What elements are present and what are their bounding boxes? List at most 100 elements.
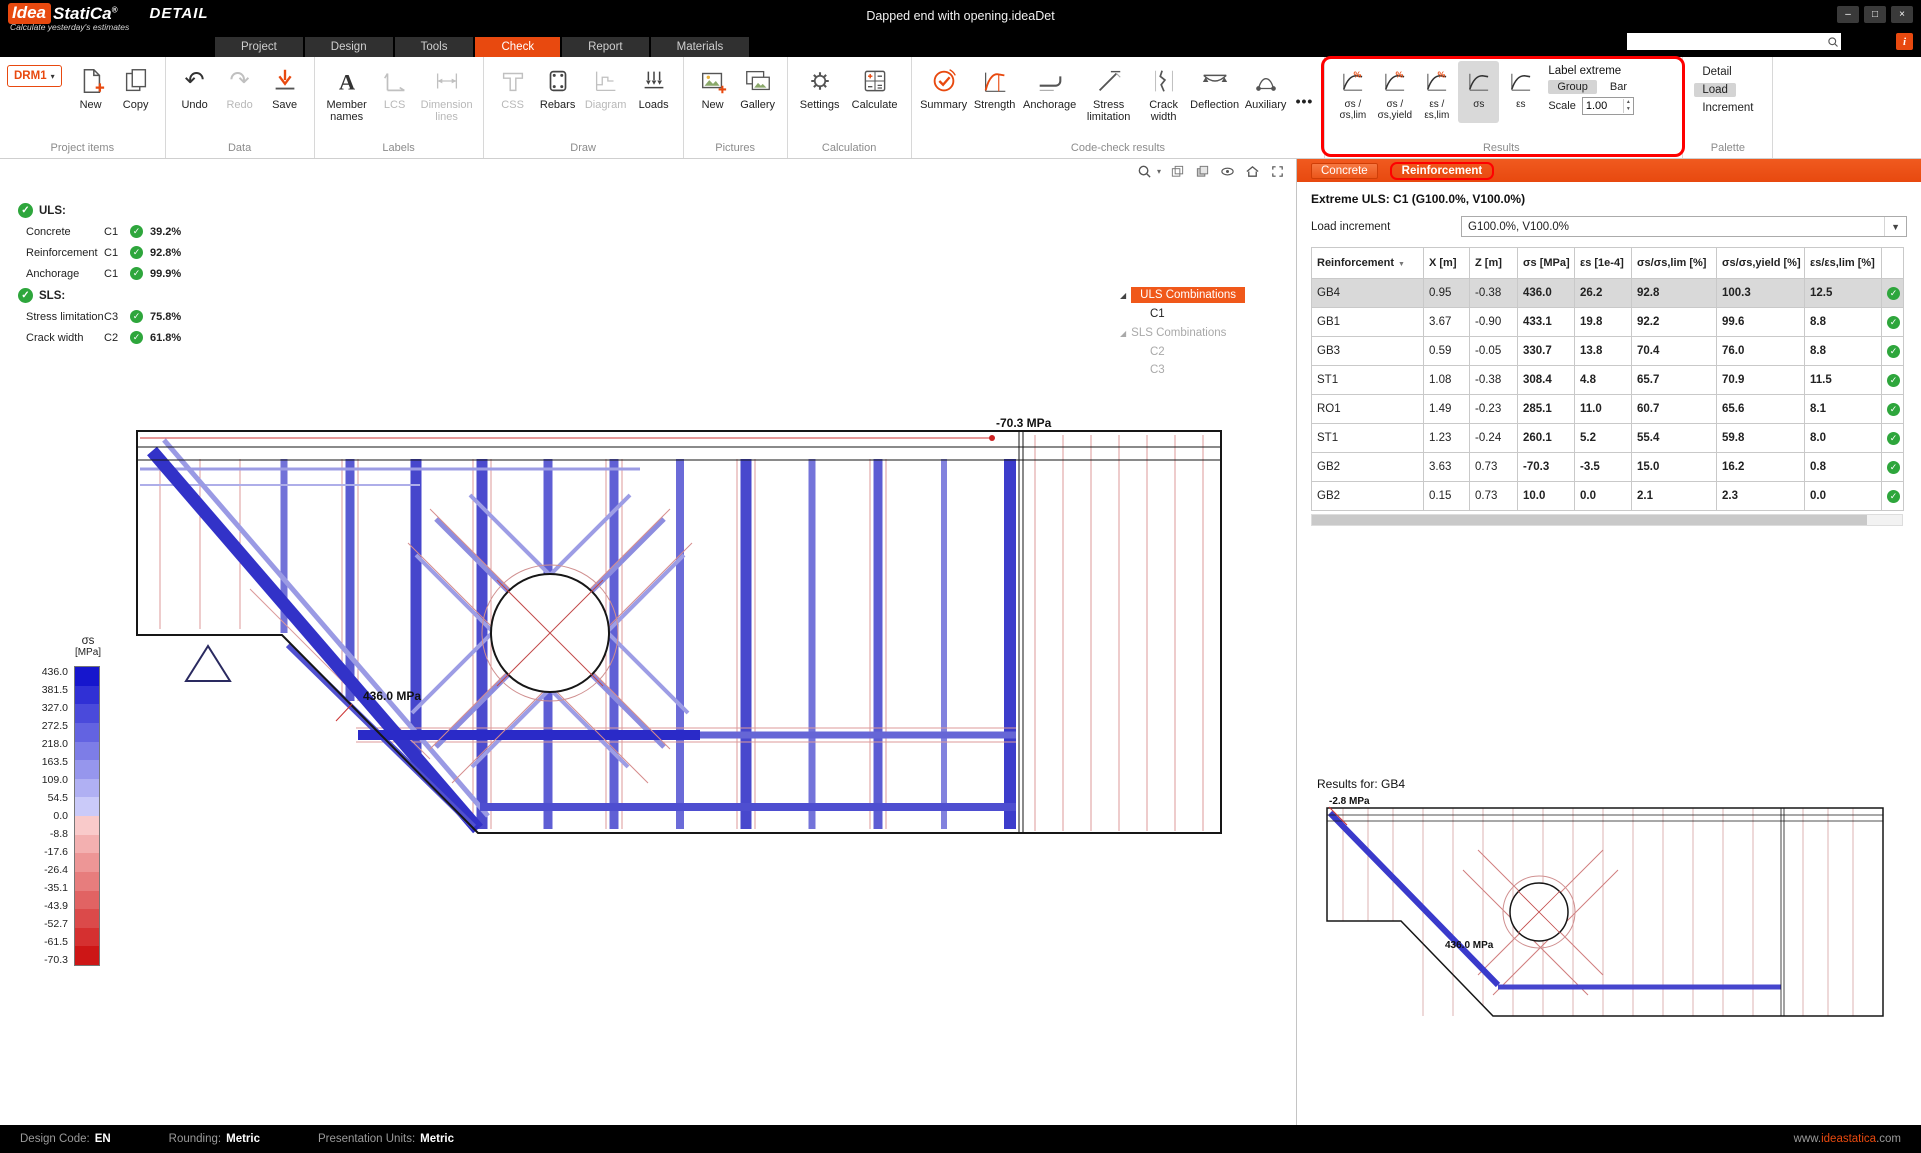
tab-concrete[interactable]: Concrete [1311, 163, 1378, 179]
table-horizontal-scrollbar[interactable] [1311, 514, 1903, 526]
group-project-items: DRM1 ▾ New Copy Project items [0, 57, 166, 158]
new-picture-button[interactable]: New [691, 61, 735, 113]
project-item-selector[interactable]: DRM1 ▾ [7, 65, 62, 87]
member-names-button[interactable]: A Member names [322, 61, 372, 126]
table-row[interactable]: GB2 0.15 0.73 10.0 0.0 2.1 2.3 0.0 [1312, 482, 1904, 511]
scale-down-button[interactable]: ▼ [1626, 106, 1631, 113]
units-label: Presentation Units: [318, 1133, 415, 1145]
tree-expand-icon[interactable]: ◢ [1120, 329, 1126, 338]
search-box [1627, 33, 1841, 50]
tree-expand-icon[interactable]: ◢ [1120, 291, 1126, 300]
canvas-toolbar: ▾ [1136, 162, 1286, 180]
copy-project-item-button[interactable]: Copy [114, 61, 158, 113]
fit-to-screen-icon[interactable] [1268, 162, 1286, 180]
tree-uls-group[interactable]: ◢ ULS Combinations [1120, 285, 1270, 305]
check-ok-icon [1887, 345, 1900, 358]
group-results: % σs / σs,lim % σs / σs,yield [1325, 57, 1683, 158]
loads-button[interactable]: Loads [632, 61, 676, 113]
wireframe-view-icon[interactable] [1168, 162, 1186, 180]
auxiliary-button[interactable]: Auxiliary [1241, 61, 1291, 113]
table-row[interactable]: ST1 1.23 -0.24 260.1 5.2 55.4 59.8 8.0 [1312, 424, 1904, 453]
settings-button[interactable]: Settings [795, 61, 845, 113]
new-project-item-button[interactable]: New [69, 61, 113, 113]
units-value: Metric [420, 1133, 454, 1145]
scale-up-button[interactable]: ▲ [1626, 99, 1631, 106]
deflection-button[interactable]: Deflection [1190, 61, 1240, 113]
model-canvas[interactable]: ▾ U [0, 159, 1296, 1125]
tree-sls-group[interactable]: ◢ SLS Combinations [1120, 323, 1270, 343]
table-row[interactable]: GB2 3.63 0.73 -70.3 -3.5 15.0 16.2 0.8 [1312, 453, 1904, 482]
scale-input[interactable] [1583, 100, 1623, 112]
anchorage-button[interactable]: Anchorage [1021, 61, 1079, 113]
table-row[interactable]: GB1 3.67 -0.90 433.1 19.8 92.2 99.6 8.8 [1312, 308, 1904, 337]
visibility-icon[interactable] [1218, 162, 1236, 180]
undo-button[interactable]: ↶ Undo [173, 61, 217, 113]
document-title: Dapped end with opening.ideaDet [866, 9, 1054, 23]
table-row[interactable]: ST1 1.08 -0.38 308.4 4.8 65.7 70.9 11.5 [1312, 366, 1904, 395]
table-row[interactable]: GB4 0.95 -0.38 436.0 26.2 92.8 100.3 12.… [1312, 279, 1904, 308]
search-input[interactable] [1627, 34, 1825, 49]
home-view-icon[interactable] [1243, 162, 1261, 180]
table-row[interactable]: GB3 0.59 -0.05 330.7 13.8 70.4 76.0 8.8 [1312, 337, 1904, 366]
zoom-dropdown-chevron-icon[interactable]: ▾ [1157, 167, 1161, 176]
tab-reinforcement[interactable]: Reinforcement [1390, 162, 1495, 180]
legend-gradient-bar [74, 666, 100, 966]
check-result-row: Anchorage C1 99.9% [18, 263, 198, 284]
anchorage-icon [1035, 63, 1065, 99]
table-row[interactable]: RO1 1.49 -0.23 285.1 11.0 60.7 65.6 8.1 [1312, 395, 1904, 424]
solid-view-icon[interactable] [1193, 162, 1211, 180]
group-code-check-results: Summary Strength Anchorage [912, 57, 1326, 158]
palette-load-button[interactable]: Load [1694, 83, 1736, 97]
palette-increment-button[interactable]: Increment [1694, 101, 1761, 115]
ribbon-tab[interactable]: Project [215, 37, 303, 57]
summary-button[interactable]: Summary [919, 61, 969, 113]
load-increment-dropdown[interactable]: G100.0%, V100.0% ▼ [1461, 216, 1907, 237]
filter-icon[interactable]: ▼ [1398, 261, 1405, 268]
info-button[interactable]: i [1896, 33, 1913, 50]
tree-item-combination[interactable]: C2 [1120, 343, 1270, 361]
calculate-button[interactable]: Calculate [846, 61, 904, 113]
result-display-button[interactable]: % σs / σs,yield [1374, 61, 1415, 123]
app-logo: Idea StatiCa® DETAIL [8, 3, 209, 24]
close-button[interactable]: × [1891, 6, 1913, 23]
tree-item-combination[interactable]: C1 [1120, 305, 1270, 323]
result-display-button[interactable]: % σs [1458, 61, 1499, 123]
ribbon-tab[interactable]: Tools [395, 37, 474, 57]
ribbon-tab[interactable]: Materials [651, 37, 750, 57]
tree-item-combination[interactable]: C3 [1120, 361, 1270, 379]
result-display-button[interactable]: % εs [1500, 61, 1541, 123]
rebars-button[interactable]: Rebars [536, 61, 580, 113]
website-link[interactable]: www.ideastatica.com [1794, 1133, 1901, 1145]
crack-width-button[interactable]: Crack width [1139, 61, 1189, 126]
group-label: Project items [5, 141, 160, 158]
zoom-tool-icon[interactable] [1136, 162, 1154, 180]
strength-button[interactable]: Strength [970, 61, 1020, 113]
check-ok-icon [18, 288, 33, 303]
maximize-button[interactable]: □ [1864, 6, 1886, 23]
logo-statica-text: StatiCa [53, 4, 112, 23]
ribbon-tab[interactable]: Check [475, 37, 560, 57]
redo-icon: ↷ [230, 63, 250, 99]
gallery-button[interactable]: Gallery [736, 61, 780, 113]
check-ok-icon [1887, 461, 1900, 474]
check-ok-icon [1887, 316, 1900, 329]
tree-item-uls-combinations[interactable]: ULS Combinations [1131, 287, 1245, 303]
rounding-label: Rounding: [169, 1133, 221, 1145]
rebars-icon [543, 63, 573, 99]
more-results-button[interactable]: ••• [1292, 93, 1318, 109]
ribbon-tab[interactable]: Design [305, 37, 393, 57]
load-increment-label: Load increment [1311, 221, 1461, 233]
result-display-button[interactable]: % εs / εs,lim [1416, 61, 1457, 123]
result-display-button[interactable]: % σs / σs,lim [1332, 61, 1373, 123]
group-pictures: New Gallery Pictures [684, 57, 788, 158]
group-toggle-button[interactable]: Group [1548, 80, 1597, 94]
search-icon[interactable] [1825, 36, 1841, 48]
stress-limitation-button[interactable]: Stress limitation [1080, 61, 1138, 126]
check-ok-icon [1887, 287, 1900, 300]
bar-toggle-button[interactable]: Bar [1601, 80, 1636, 94]
palette-detail-button[interactable]: Detail [1694, 65, 1739, 79]
ribbon-tab[interactable]: Report [562, 37, 649, 57]
uls-header: ULS: [18, 203, 198, 218]
minimize-button[interactable]: – [1837, 6, 1859, 23]
save-button[interactable]: Save [263, 61, 307, 113]
